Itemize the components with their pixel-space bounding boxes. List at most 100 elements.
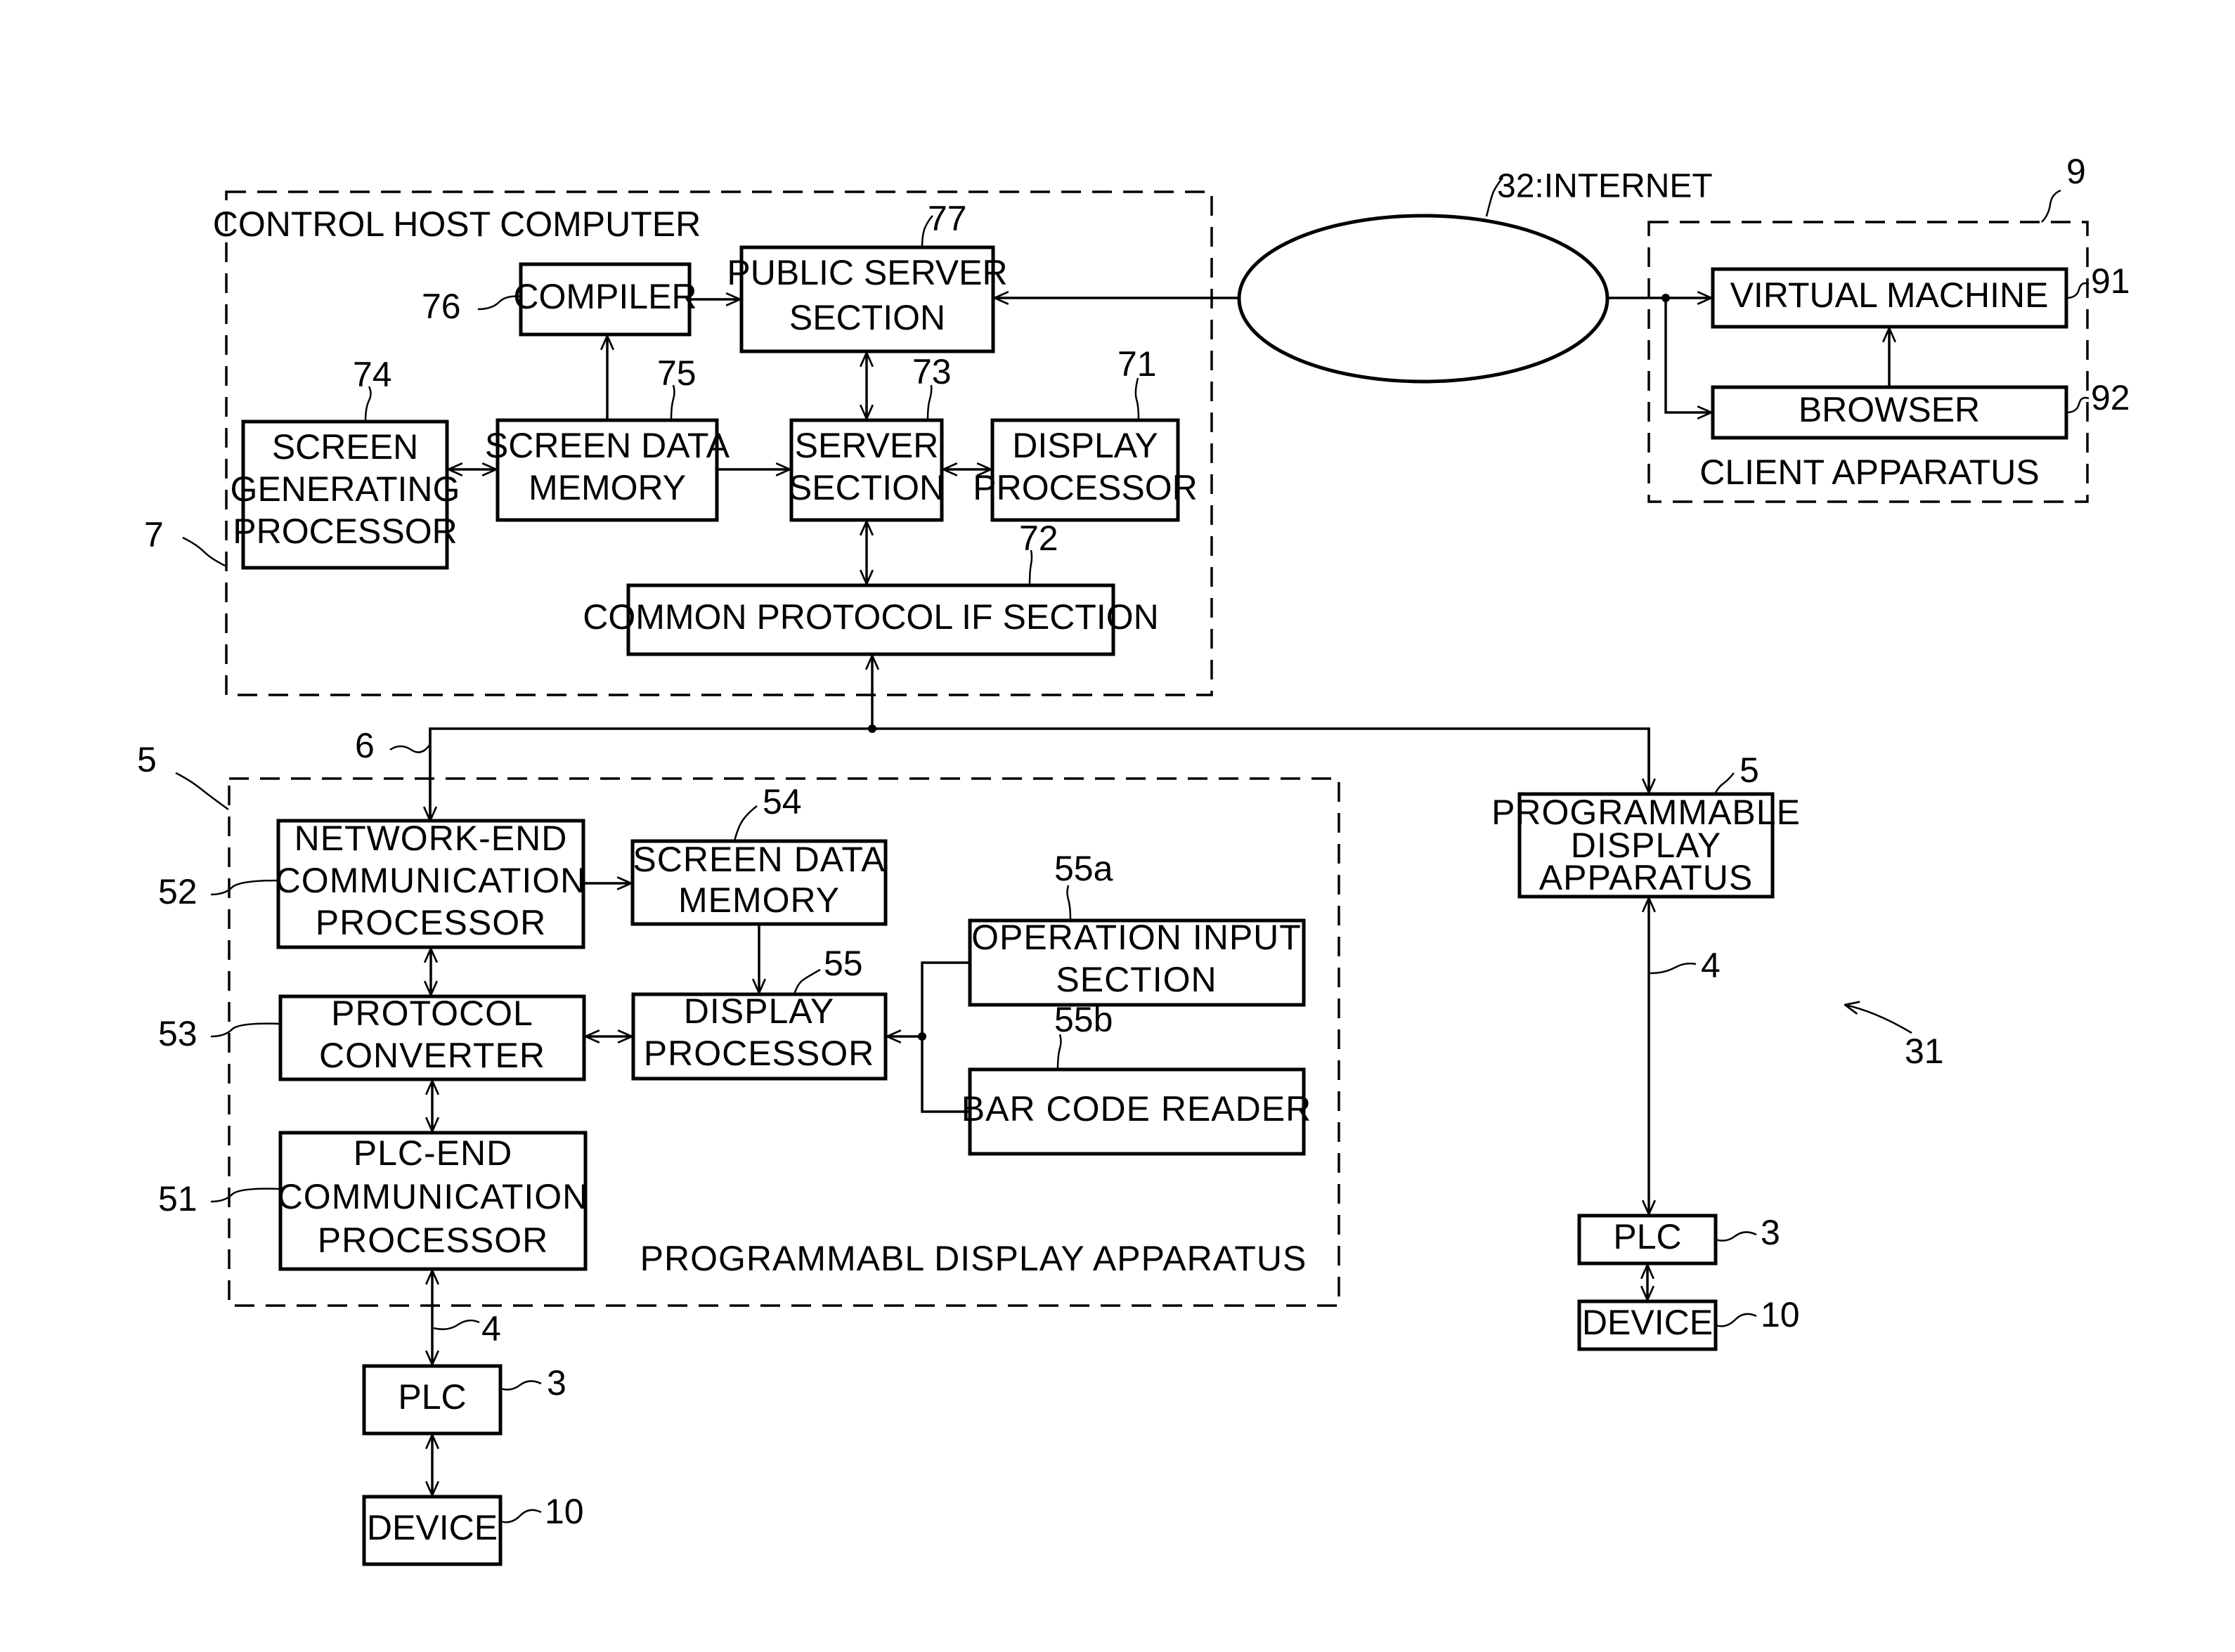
right-chain-group: PROGRAMMABLE DISPLAY APPARATUS 5 4 PLC 3… [1491, 729, 1801, 1351]
protocol-converter-block[interactable]: PROTOCOL CONVERTER [278, 994, 586, 1081]
left-chain-group: 4 PLC 3 DEVICE 10 [362, 1270, 584, 1566]
svg-text:SECTION: SECTION [1056, 960, 1217, 999]
common-protocol-block[interactable]: COMMON PROTOCOL IF SECTION [583, 583, 1159, 656]
network-end-block[interactable]: NETWORK-END COMMUNICATION PROCESSOR [276, 819, 587, 949]
browser-ref: 92 [2091, 378, 2130, 417]
left-device-ref: 10 [545, 1492, 584, 1531]
operation-input-block[interactable]: OPERATION INPUT SECTION [968, 918, 1306, 1007]
protocol-converter-ref: 53 [158, 1014, 197, 1053]
svg-text:COMPILER: COMPILER [513, 277, 697, 316]
svg-text:SECTION: SECTION [789, 298, 945, 337]
svg-text:SECTION: SECTION [789, 468, 945, 507]
right-device-leader [1715, 1313, 1757, 1327]
svg-text:SCREEN: SCREEN [272, 427, 418, 467]
operation-input-leader [1066, 885, 1072, 921]
control-host-group: CONTROL HOST COMPUTER 7 COMPILER 76 PUBL… [144, 190, 1240, 696]
svg-text:BAR CODE READER: BAR CODE READER [961, 1089, 1311, 1129]
network-end-ref: 52 [158, 872, 197, 911]
right-plc-ref: 3 [1761, 1213, 1780, 1252]
svg-text:SERVER: SERVER [795, 426, 939, 465]
bus-junction-dot [868, 724, 876, 733]
svg-text:DISPLAY: DISPLAY [1012, 426, 1158, 465]
browser-block[interactable]: BROWSER [1711, 385, 2068, 440]
left-device-block[interactable]: DEVICE [362, 1495, 503, 1566]
bar-code-reader-ref: 55b [1054, 1000, 1113, 1039]
svg-text:DEVICE: DEVICE [367, 1508, 498, 1547]
plc-end-leader [210, 1188, 281, 1203]
operation-input-ref: 55a [1054, 849, 1113, 888]
svg-text:VIRTUAL MACHINE: VIRTUAL MACHINE [1730, 275, 2049, 315]
svg-text:PLC: PLC [398, 1377, 466, 1417]
left-plc-ref: 3 [547, 1363, 566, 1403]
svg-text:DEVICE: DEVICE [1582, 1303, 1713, 1342]
svg-text:APPARATUS: APPARATUS [1539, 858, 1753, 897]
right-plc-leader [1715, 1231, 1757, 1242]
right-display-block[interactable]: PROGRAMMABLE DISPLAY APPARATUS [1491, 792, 1801, 899]
bar-code-reader-block[interactable]: BAR CODE READER [961, 1067, 1311, 1156]
network-end-leader [210, 879, 279, 896]
system-ref: 31 [1905, 1032, 1944, 1071]
prog-display-group: PROGRAMMABL DISPLAY APPARATUS 5 NETWORK-… [137, 729, 1340, 1307]
prog-display-title: PROGRAMMABL DISPLAY APPARATUS [640, 1239, 1307, 1278]
client-title: CLIENT APPARATUS [1699, 453, 2039, 492]
common-protocol-ref: 72 [1019, 519, 1058, 558]
client-leader [2041, 189, 2061, 223]
svg-text:SCREEN DATA: SCREEN DATA [485, 426, 730, 465]
plc-end-block[interactable]: PLC-END COMMUNICATION PROCESSOR [278, 1131, 589, 1271]
pd-screen-data-memory-ref: 54 [763, 782, 802, 821]
right-plc-block[interactable]: PLC [1577, 1214, 1718, 1266]
right-device-block[interactable]: DEVICE [1577, 1299, 1718, 1351]
server-section-block[interactable]: SERVER SECTION [789, 418, 945, 522]
pd-display-processor-ref: 55 [824, 944, 863, 983]
public-server-block[interactable]: PUBLIC SERVER SECTION [727, 245, 1008, 353]
left-device-leader [500, 1509, 542, 1523]
pd-screen-data-memory-block[interactable]: SCREEN DATA MEMORY [630, 839, 888, 926]
svg-text:PROCESSOR: PROCESSOR [644, 1034, 875, 1073]
svg-text:PROCESSOR: PROCESSOR [233, 512, 458, 551]
public-server-ref: 77 [928, 199, 967, 238]
svg-text:GENERATING: GENERATING [231, 469, 460, 509]
internet-cloud[interactable] [1237, 214, 1609, 384]
network-ref: 6 [355, 726, 375, 765]
network-bus-group: 6 [355, 656, 1650, 822]
svg-text:PROCESSOR: PROCESSOR [318, 1221, 549, 1260]
svg-text:OPERATION INPUT: OPERATION INPUT [971, 918, 1302, 957]
screen-generating-ref: 74 [353, 355, 392, 394]
control-host-leader [182, 536, 226, 567]
input-junction-dot [918, 1032, 926, 1041]
svg-text:SCREEN DATA: SCREEN DATA [633, 840, 885, 879]
compiler-ref: 76 [422, 287, 461, 326]
prog-display-ref: 5 [137, 740, 157, 779]
svg-text:COMMON PROTOCOL IF SECTION: COMMON PROTOCOL IF SECTION [583, 597, 1158, 637]
pd-display-processor-leader [793, 968, 821, 995]
control-host-ref: 7 [144, 515, 164, 554]
right-display-ref: 5 [1740, 750, 1759, 790]
network-bus-line [429, 727, 1650, 822]
svg-text:PROTOCOL: PROTOCOL [331, 994, 533, 1033]
host-display-processor-block[interactable]: DISPLAY PROCESSOR [973, 418, 1198, 522]
svg-text:NETWORK-END: NETWORK-END [294, 819, 568, 858]
host-screen-data-memory-block[interactable]: SCREEN DATA MEMORY [485, 418, 730, 522]
plc-end-ref: 51 [158, 1179, 197, 1218]
compiler-block[interactable]: COMPILER [513, 262, 697, 337]
svg-text:COMMUNICATION: COMMUNICATION [276, 861, 587, 900]
virtual-machine-block[interactable]: VIRTUAL MACHINE [1711, 267, 2068, 329]
internet-group: 32:INTERNET [1237, 168, 1713, 384]
svg-text:PLC: PLC [1613, 1217, 1681, 1256]
internet-to-browser-arrow [1664, 298, 1711, 412]
left-plc-block[interactable]: PLC [362, 1364, 503, 1436]
svg-text:BROWSER: BROWSER [1799, 390, 1980, 429]
pd-display-processor-block[interactable]: DISPLAY PROCESSOR [631, 991, 888, 1081]
right-link-leader [1650, 962, 1697, 975]
right-link-ref: 4 [1701, 946, 1721, 985]
prog-display-leader [175, 772, 229, 811]
block-diagram: CONTROL HOST COMPUTER 7 COMPILER 76 PUBL… [137, 152, 2130, 1566]
screen-generating-block[interactable]: SCREEN GENERATING PROCESSOR [231, 419, 460, 570]
svg-text:MEMORY: MEMORY [529, 468, 686, 507]
left-link-leader [433, 1319, 480, 1330]
svg-text:CONVERTER: CONVERTER [319, 1036, 545, 1075]
network-leader [389, 743, 432, 753]
svg-text:PLC-END: PLC-END [354, 1133, 512, 1173]
right-device-ref: 10 [1761, 1295, 1800, 1334]
host-screen-data-memory-ref: 75 [657, 353, 697, 393]
